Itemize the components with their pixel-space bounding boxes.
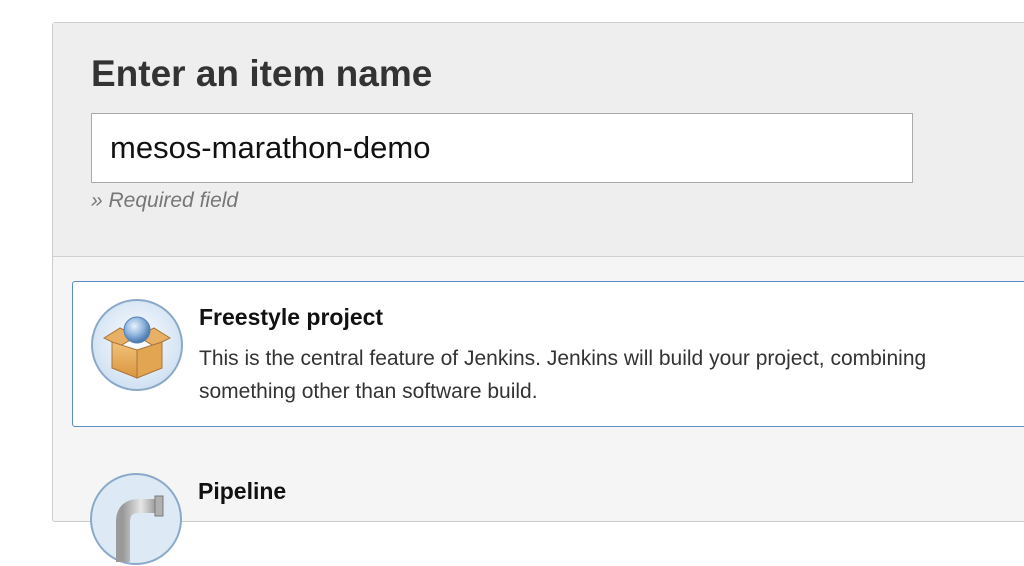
item-type-label: Pipeline bbox=[198, 478, 287, 504]
required-field-hint: » Required field bbox=[91, 189, 239, 212]
item-type-description: This is the central feature of Jenkins. … bbox=[199, 342, 1024, 408]
item-name-input[interactable] bbox=[91, 113, 913, 183]
page-title: Enter an item name bbox=[91, 53, 433, 94]
item-type-label: Freestyle project bbox=[199, 304, 384, 330]
description-line: something other than software build. bbox=[199, 380, 538, 403]
freestyle-box-icon bbox=[91, 299, 183, 391]
new-item-panel: Enter an item name » Required field bbox=[52, 22, 1024, 565]
item-name-section: Enter an item name » Required field bbox=[53, 23, 1024, 257]
pipeline-pipe-icon bbox=[90, 473, 182, 565]
item-type-freestyle-project[interactable]: Freestyle project This is the central fe… bbox=[72, 281, 1024, 427]
item-type-pipeline[interactable]: Pipeline bbox=[72, 448, 1024, 565]
description-line: This is the central feature of Jenkins. … bbox=[199, 347, 927, 370]
